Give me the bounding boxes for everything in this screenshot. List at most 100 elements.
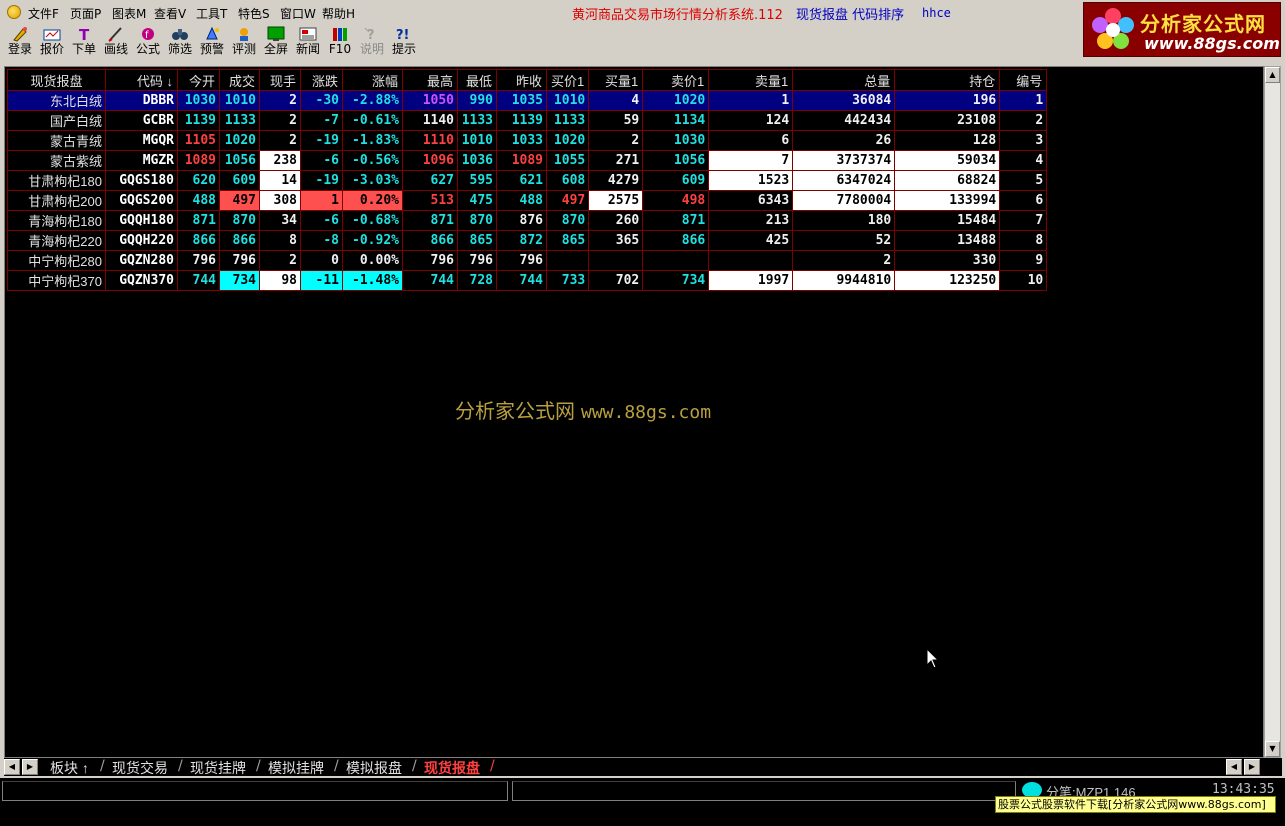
menu-tools[interactable]: 工具T [196, 5, 227, 22]
col-header-pct[interactable]: 涨幅 [342, 69, 403, 91]
col-header-bidvol[interactable]: 买量1 [588, 69, 644, 91]
cell-change: -8 [300, 230, 343, 251]
tab-separator: / [490, 758, 495, 774]
cell-volume: 8 [259, 230, 301, 251]
cell-ask: 871 [642, 210, 710, 231]
menu-page[interactable]: 页面P [70, 5, 101, 22]
col-header-askvol[interactable]: 卖量1 [708, 69, 794, 91]
col-header-high[interactable]: 最高 [402, 69, 458, 91]
menu-file[interactable]: 文件F [28, 5, 59, 22]
tab-spot-listing[interactable]: 现货挂牌 [184, 758, 246, 776]
table-row[interactable]: 蒙古青绒 MGQR 1105 1020 2 -19 -1.83% 1110 10… [7, 130, 1048, 151]
cell-total: 7780004 [792, 190, 896, 211]
cell-oi: 123250 [894, 270, 1001, 291]
help-button[interactable]: ? 说明 [356, 26, 388, 62]
cell-bidvol: 4279 [588, 170, 644, 191]
evaluate-icon [240, 28, 248, 41]
col-header-open[interactable]: 今开 [177, 69, 220, 91]
cell-bidvol: 4 [588, 90, 644, 111]
ad-banner[interactable]: 股票公式股票软件下载[分析家公式网www.88gs.com] [995, 796, 1276, 813]
watermark-url: www.88gs.com [581, 402, 712, 423]
cell-name: 甘肃枸杞200 [7, 190, 106, 211]
news-button[interactable]: 新闻 [292, 26, 324, 62]
cell-high: 871 [402, 210, 458, 231]
cell-askvol: 6 [708, 130, 794, 151]
scroll-up-icon[interactable]: ▲ [1265, 67, 1280, 83]
vertical-scrollbar[interactable]: ▲ ▼ [1264, 66, 1281, 758]
cell-bidvol: 59 [588, 110, 644, 131]
tab-scroll-left-icon[interactable]: ◀ [4, 759, 20, 775]
order-button[interactable]: T 下单 [68, 26, 100, 62]
col-header-total[interactable]: 总量 [792, 69, 896, 91]
f10-button[interactable]: F10 [324, 26, 356, 62]
cell-open: 1139 [177, 110, 220, 131]
col-header-oi[interactable]: 持仓 [894, 69, 1001, 91]
app-icon[interactable] [7, 5, 21, 19]
table-row[interactable]: 中宁枸杞280 GQZN280 796 796 2 0 0.00% 796 79… [7, 250, 1048, 271]
scroll-down-icon[interactable]: ▼ [1265, 741, 1280, 757]
status-pane-2 [512, 781, 1016, 801]
tips-button[interactable]: ?! 提示 [388, 26, 420, 62]
draw-line-button[interactable]: 画线 [100, 26, 132, 62]
menu-special[interactable]: 特色S [238, 5, 270, 22]
cell-volume: 2 [259, 90, 301, 111]
tab-sector[interactable]: 板块 ↑ [44, 758, 89, 776]
cell-low: 595 [457, 170, 497, 191]
evaluate-button[interactable]: 评测 [228, 26, 260, 62]
cell-bid: 1020 [545, 130, 590, 151]
filter-button[interactable]: 筛选 [164, 26, 196, 62]
col-header-prev[interactable]: 昨收 [496, 69, 547, 91]
cell-high: 627 [402, 170, 458, 191]
cell-last: 1133 [219, 110, 260, 131]
alert-button[interactable]: 预警 [196, 26, 228, 62]
menu-view[interactable]: 查看V [154, 5, 186, 22]
col-header-change[interactable]: 涨跌 [300, 69, 343, 91]
col-header-no[interactable]: 编号 [999, 69, 1048, 91]
tab-spot-quote[interactable]: 现货报盘 [418, 758, 480, 776]
table-row[interactable]: 甘肃枸杞180 GQGS180 620 609 14 -19 -3.03% 62… [7, 170, 1048, 191]
cell-name: 蒙古青绒 [7, 130, 106, 151]
quote-button[interactable]: 报价 [36, 26, 68, 62]
cell-high: 796 [402, 250, 458, 271]
cell-askvol: 1523 [708, 170, 794, 191]
cell-total: 2 [792, 250, 896, 271]
menu-help[interactable]: 帮助H [322, 5, 355, 22]
tab-sim-listing[interactable]: 模拟挂牌 [262, 758, 324, 776]
tab-sim-quote[interactable]: 模拟报盘 [340, 758, 402, 776]
quote-table: 现货报盘 代码 ↓ 今开 成交 现手 涨跌 涨幅 最高 最低 昨收 买价1 买量… [7, 69, 1048, 291]
menu-chart[interactable]: 图表M [112, 5, 146, 22]
cell-last: 870 [219, 210, 260, 231]
cell-pct: 0.20% [342, 190, 403, 211]
table-row[interactable]: 青海枸杞180 GQQH180 871 870 34 -6 -0.68% 871… [7, 210, 1048, 231]
table-row[interactable]: 中宁枸杞370 GQZN370 744 734 98 -11 -1.48% 74… [7, 270, 1048, 291]
tab-spot-trade[interactable]: 现货交易 [106, 758, 168, 776]
table-row[interactable]: 青海枸杞220 GQQH220 866 866 8 -8 -0.92% 866 … [7, 230, 1048, 251]
cell-last: 734 [219, 270, 260, 291]
formula-button[interactable]: f 公式 [132, 26, 164, 62]
hscroll-right-icon[interactable]: ▶ [1244, 759, 1260, 775]
cell-code: GQGS200 [105, 190, 178, 211]
col-header-bid[interactable]: 买价1 [545, 69, 590, 91]
hscroll-left-icon[interactable]: ◀ [1226, 759, 1242, 775]
col-header-volume[interactable]: 现手 [259, 69, 301, 91]
menu-window[interactable]: 窗口W [280, 5, 316, 22]
col-header-last[interactable]: 成交 [219, 69, 260, 91]
tab-scroll-right-icon[interactable]: ▶ [22, 759, 38, 775]
table-row[interactable]: 国产白绒 GCBR 1139 1133 2 -7 -0.61% 1140 113… [7, 110, 1048, 131]
cell-name: 甘肃枸杞180 [7, 170, 106, 191]
toolbar: 登录 报价 T 下单 画线 f 公式 筛选 预警 评测 全屏 新闻 F10 ? [0, 24, 1080, 62]
table-row[interactable]: 甘肃枸杞200 GQGS200 488 497 308 1 0.20% 513 … [7, 190, 1048, 211]
col-header-name[interactable]: 现货报盘 [7, 69, 106, 91]
col-header-code[interactable]: 代码 ↓ [105, 69, 178, 91]
col-header-ask[interactable]: 卖价1 [642, 69, 710, 91]
quote-panel: 现货报盘 代码 ↓ 今开 成交 现手 涨跌 涨幅 最高 最低 昨收 买价1 买量… [4, 66, 1264, 758]
cell-oi: 59034 [894, 150, 1001, 171]
login-button[interactable]: 登录 [4, 26, 36, 62]
col-header-low[interactable]: 最低 [457, 69, 497, 91]
cell-bid: 733 [545, 270, 590, 291]
table-row[interactable]: 蒙古紫绒 MGZR 1089 1056 238 -6 -0.56% 1096 1… [7, 150, 1048, 171]
fullscreen-button[interactable]: 全屏 [260, 26, 292, 62]
order-icon: T [79, 26, 90, 42]
table-row[interactable]: 东北白绒 DBBR 1030 1010 2 -30 -2.88% 1050 99… [7, 90, 1048, 111]
flower-logo-icon [1092, 8, 1134, 49]
